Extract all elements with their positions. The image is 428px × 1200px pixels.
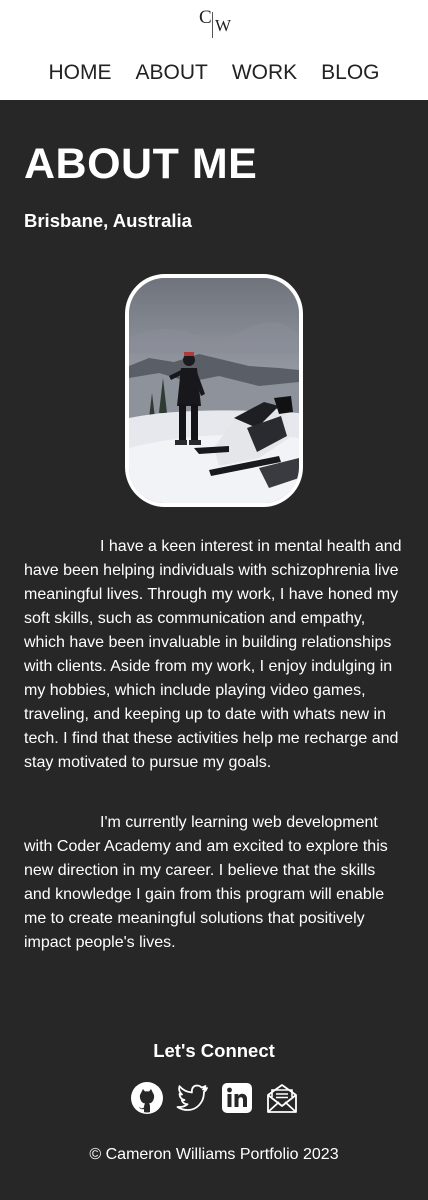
logo[interactable]: C W: [199, 8, 231, 38]
logo-divider: [212, 12, 213, 38]
github-icon[interactable]: [130, 1081, 164, 1115]
linkedin-icon[interactable]: [220, 1081, 254, 1115]
about-paragraph-1: I have a keen interest in mental health …: [24, 538, 402, 771]
twitter-icon[interactable]: [175, 1081, 209, 1115]
location-subtitle: Brisbane, Australia: [24, 210, 192, 231]
nav-work[interactable]: WORK: [232, 60, 297, 86]
nav-home[interactable]: HOME: [48, 60, 111, 86]
main-nav: HOME ABOUT WORK BLOG: [0, 60, 428, 86]
connect-heading: Let's Connect: [153, 1040, 275, 1061]
logo-letter-c: C: [199, 7, 212, 28]
logo-letter-w: W: [215, 16, 232, 35]
about-section: ABOUT ME Brisbane, Australia I have a ke…: [0, 0, 428, 955]
about-paragraph-2: I'm currently learning web development w…: [24, 814, 388, 951]
copyright-text: © Cameron Williams Portfolio 2023: [89, 1146, 339, 1163]
social-links: [0, 1081, 428, 1115]
profile-photo-image: [129, 278, 299, 503]
nav-blog[interactable]: BLOG: [321, 60, 379, 86]
profile-photo: [125, 274, 303, 507]
site-header: C W HOME ABOUT WORK BLOG: [0, 0, 428, 100]
nav-about[interactable]: ABOUT: [135, 60, 207, 86]
email-icon[interactable]: [265, 1081, 299, 1115]
site-footer: Let's Connect © Cameron Williams Portfol…: [0, 1040, 428, 1165]
